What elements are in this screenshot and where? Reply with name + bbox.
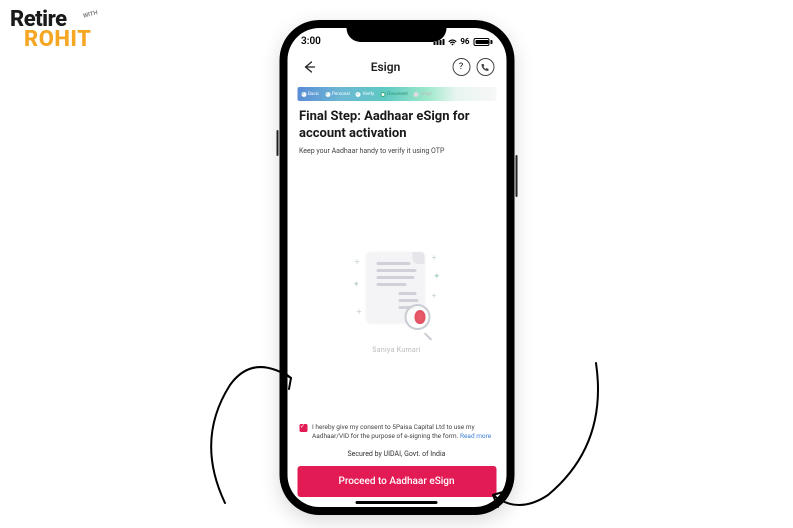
- help-icon[interactable]: ?: [452, 58, 470, 76]
- magnifier-icon: [405, 304, 431, 330]
- consent-row: I hereby give my consent to 5Paisa Capit…: [287, 419, 506, 446]
- step-personal: Personal: [325, 92, 350, 97]
- secured-label: Secured by UIDAI, Govt. of India: [287, 446, 506, 462]
- wifi-icon: [447, 38, 457, 46]
- brand-logo: RetireWITH ROHIT: [10, 10, 91, 50]
- fingerprint-icon: [415, 310, 426, 324]
- heading: Final Step: Aadhaar eSign for account ac…: [299, 109, 494, 143]
- battery-icon: [474, 38, 493, 46]
- step-basic: Basic: [301, 92, 319, 97]
- call-icon[interactable]: [476, 58, 494, 76]
- app-header: Esign ?: [287, 51, 506, 87]
- home-indicator: [356, 501, 438, 504]
- document-illustration: + ✦ + ✦ + +: [299, 183, 494, 419]
- page-title: Esign: [371, 60, 401, 74]
- battery-percent: 96: [460, 37, 469, 46]
- subheading: Keep your Aadhaar handy to verify it usi…: [299, 147, 494, 155]
- progress-stepper: Basic Personal Verify Document eSign: [297, 87, 496, 101]
- app-screen: 3:00 96 Esign: [287, 28, 506, 507]
- phone-notch: [347, 20, 447, 42]
- step-esign: eSign: [414, 92, 432, 97]
- consent-checkbox[interactable]: [299, 424, 307, 432]
- proceed-esign-button[interactable]: Proceed to Aadhaar eSign: [297, 466, 496, 497]
- consent-text: I hereby give my consent to 5Paisa Capit…: [312, 423, 494, 440]
- phone-frame: 3:00 96 Esign: [279, 20, 514, 515]
- back-button[interactable]: [299, 57, 319, 77]
- step-document: Document: [380, 92, 408, 97]
- main-content: Final Step: Aadhaar eSign for account ac…: [287, 109, 506, 419]
- user-name: Saniya Kumari: [372, 346, 420, 354]
- status-time: 3:00: [301, 36, 321, 47]
- read-more-link[interactable]: Read more: [460, 432, 491, 440]
- step-verify: Verify: [356, 92, 374, 97]
- status-right: 96: [433, 37, 492, 46]
